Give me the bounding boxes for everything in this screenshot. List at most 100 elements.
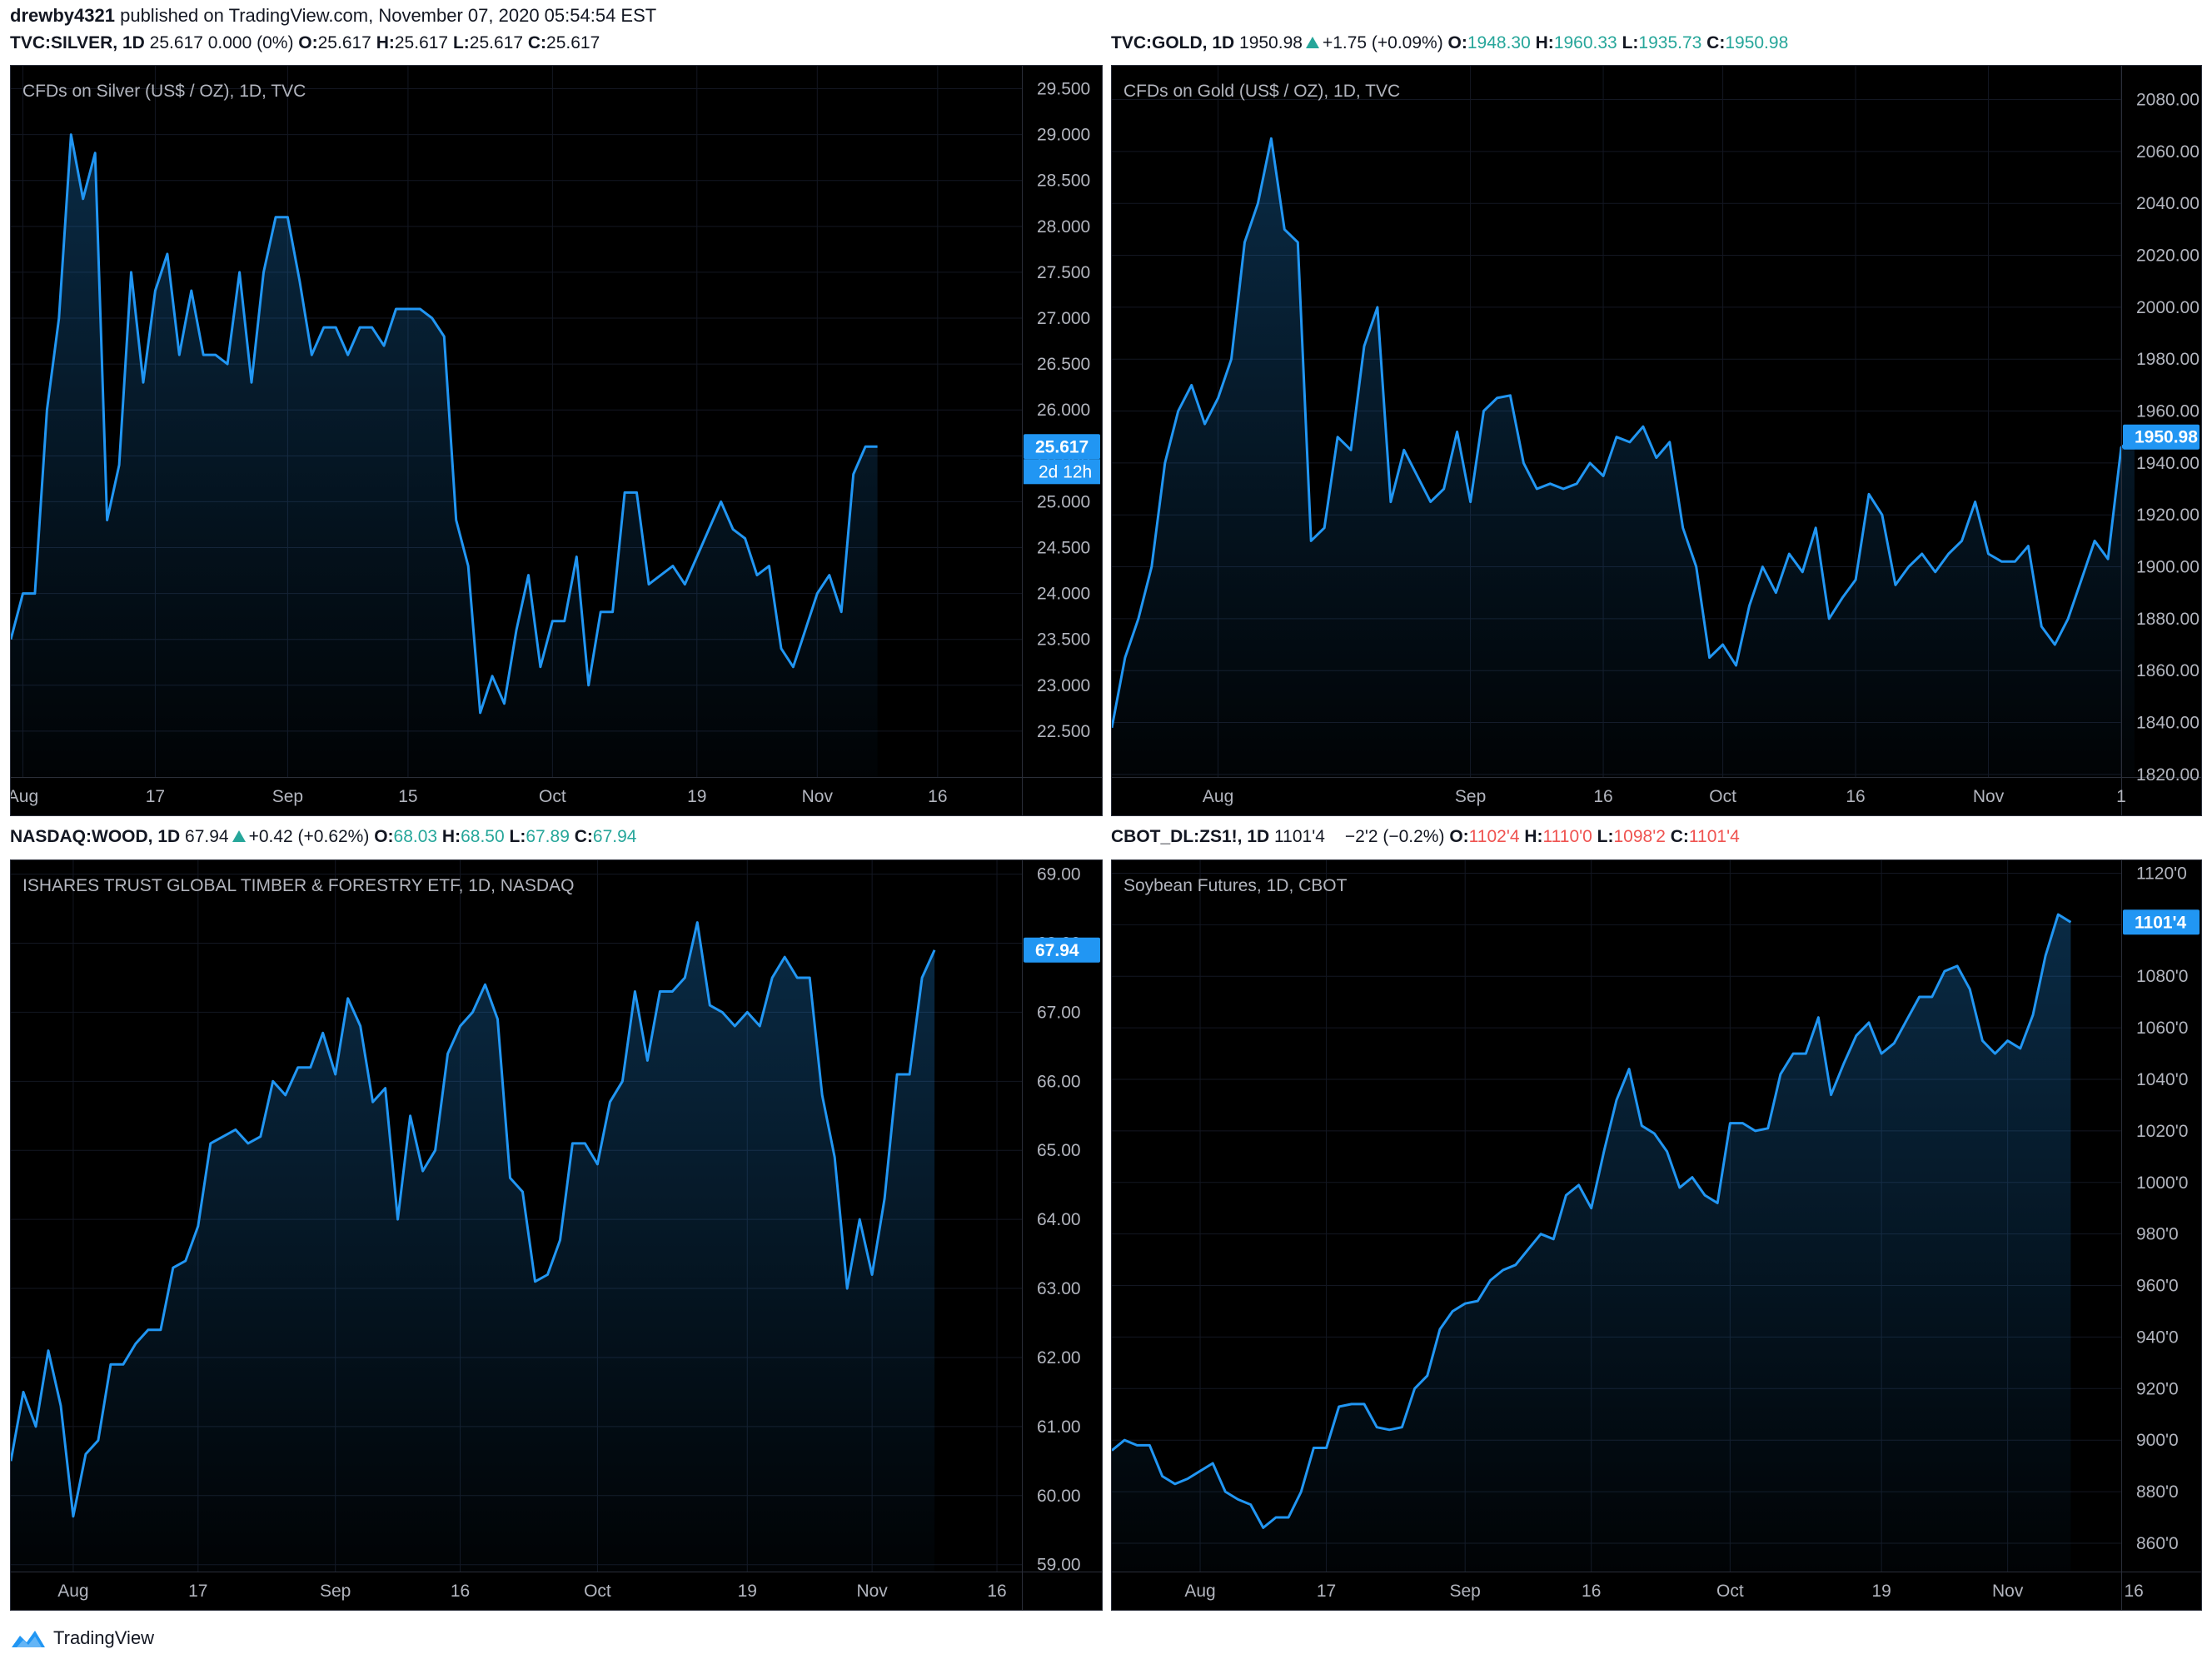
tradingview-logo-icon [12,1631,45,1647]
price-tag-label: 1950.98 [2135,428,2198,447]
o-value: 68.03 [393,827,438,846]
x-tick-label: 19 [687,787,706,806]
x-tick-label: Sep [272,787,303,806]
y-tick-label: 67.00 [1037,1003,1081,1022]
x-tick-label: Sep [1450,1582,1481,1601]
x-tick-label: 16 [1846,787,1865,806]
x-tick-label: Oct [1716,1582,1744,1601]
h-value: 1960.33 [1553,33,1617,52]
x-tick-label: 15 [398,787,417,806]
chart-wood[interactable]: 59.00 60.00 61.00 62.00 63.00 64.00 65.00 66.00… [11,860,1102,1610]
x-tick-label: Aug [11,787,38,806]
last-price: 1950.98 [1239,33,1303,52]
price-change: −2'2 (−0.2%) [1344,827,1445,846]
y-tick-label: 61.00 [1037,1417,1081,1437]
y-tick-label: 1920.00 [2136,506,2200,525]
symbol-label[interactable]: TVC:SILVER, 1D [10,33,145,52]
y-tick-label: 60.00 [1037,1487,1081,1506]
o-label: O: [374,827,394,846]
x-tick-label: Oct [539,787,566,806]
y-tick-label: 24.000 [1037,585,1090,604]
series-area [11,922,935,1572]
y-tick-label: 2060.00 [2136,142,2200,162]
chart-panel-silver[interactable]: 22.50023.00023.50024.00024.50025.00025.5… [10,65,1103,816]
x-tick-label: 17 [1317,1582,1336,1601]
triangle-up-icon [232,830,246,842]
chart-title: CFDs on Gold (US$ / OZ), 1D, TVC [1123,82,1400,101]
o-value: 1102'4 [1468,827,1520,846]
y-tick-label: 27.000 [1037,309,1090,328]
symbol-label[interactable]: TVC:GOLD, 1D [1111,33,1234,52]
x-tick-label: Oct [1709,787,1736,806]
publish-header: drewby4321 published on TradingView.com,… [10,5,656,27]
x-tick-label: 16 [928,787,947,806]
ohlc-legend-gold: TVC:GOLD, 1D 1950.98 +1.75 (+0.09%) O:194… [1111,31,1788,56]
h-label: H: [1535,33,1554,52]
triangle-up-icon [1305,36,1319,48]
chart-gold[interactable]: 1820.00 1840.00 1860.00 1880.00 1900.00 1920.… [1112,66,2201,815]
x-tick-label: Aug [1203,787,1233,806]
l-label: L: [1597,827,1614,846]
o-value: 25.617 [317,33,371,52]
y-tick-label: 23.500 [1037,630,1090,650]
y-tick-label: 26.000 [1037,401,1090,420]
chart-soybean[interactable]: 860'0 880'0 900'0 920'0 940'0 960'0 980'0 1000'… [1112,860,2201,1610]
l-label: L: [509,827,526,846]
c-value: 25.617 [546,33,600,52]
y-tick-label: 940'0 [2136,1328,2179,1347]
y-tick-label: 29.500 [1037,80,1090,99]
countdown-tag-label: 2d 12h [1039,462,1092,481]
h-value: 68.50 [461,827,505,846]
chart-panel-gold[interactable]: 1820.00 1840.00 1860.00 1880.00 1900.00 1920.… [1111,65,2202,816]
chart-silver[interactable]: 22.50023.00023.50024.00024.50025.00025.5… [11,66,1102,815]
last-price: 1101'4 [1274,827,1325,846]
x-tick-label: 16 [2124,1582,2143,1601]
y-tick-label: 1060'0 [2136,1019,2188,1038]
y-tick-label: 2020.00 [2136,247,2200,266]
l-value: 25.617 [469,33,524,52]
x-tick-label: 1 [2116,787,2126,806]
c-label: C: [1706,33,1726,52]
publisher-username[interactable]: drewby4321 [10,5,115,26]
c-label: C: [527,33,547,52]
chart-title: CFDs on Silver (US$ / OZ), 1D, TVC [22,82,306,101]
symbol-label[interactable]: CBOT_DL:ZS1!, 1D [1111,827,1269,846]
tradingview-footer[interactable]: TradingView [10,1624,154,1652]
y-tick-label: 1020'0 [2136,1122,2188,1141]
y-tick-label: 1940.00 [2136,454,2200,473]
chart-panel-wood[interactable]: 59.00 60.00 61.00 62.00 63.00 64.00 65.00 66.00… [10,859,1103,1611]
y-tick-label: 63.00 [1037,1279,1081,1298]
tradingview-brand: TradingView [53,1627,155,1648]
x-tick-label: Nov [1992,1582,2024,1601]
price-change: +0.42 (+0.62%) [248,827,370,846]
series-area [1112,138,2135,778]
x-tick-label: 16 [451,1582,470,1601]
x-tick-label: Oct [584,1582,611,1601]
symbol-label[interactable]: NASDAQ:WOOD, 1D [10,827,180,846]
x-tick-label: 16 [1582,1582,1601,1601]
c-label: C: [574,827,593,846]
o-label: O: [1449,827,1469,846]
price-tag-label: 25.617 [1035,437,1089,456]
ohlc-legend-silver: TVC:SILVER, 1D 25.617 0.000 (0%) O:25.61… [10,31,600,56]
x-tick-label: Nov [856,1582,888,1601]
y-tick-label: 1880.00 [2136,610,2200,629]
y-tick-label: 65.00 [1037,1141,1081,1160]
y-tick-label: 880'0 [2136,1482,2179,1502]
y-tick-label: 2080.00 [2136,91,2200,110]
o-label: O: [298,33,318,52]
l-value: 1935.73 [1638,33,1702,52]
ohlc-legend-soybean: CBOT_DL:ZS1!, 1D 1101'4 −2'2 (−0.2%) O:11… [1111,825,1740,849]
l-value: 67.89 [526,827,570,846]
y-tick-label: 1900.00 [2136,558,2200,577]
x-tick-label: Nov [802,787,834,806]
y-tick-label: 1960.00 [2136,402,2200,421]
y-tick-label: 1000'0 [2136,1173,2188,1193]
y-tick-label: 1860.00 [2136,661,2200,680]
y-tick-label: 22.500 [1037,722,1090,741]
y-tick-label: 920'0 [2136,1379,2179,1398]
y-tick-label: 29.000 [1037,126,1090,145]
chart-panel-soybean[interactable]: 860'0 880'0 900'0 920'0 940'0 960'0 980'0 1000'… [1111,859,2202,1611]
h-value: 1110'0 [1542,827,1592,846]
y-tick-label: 66.00 [1037,1072,1081,1091]
